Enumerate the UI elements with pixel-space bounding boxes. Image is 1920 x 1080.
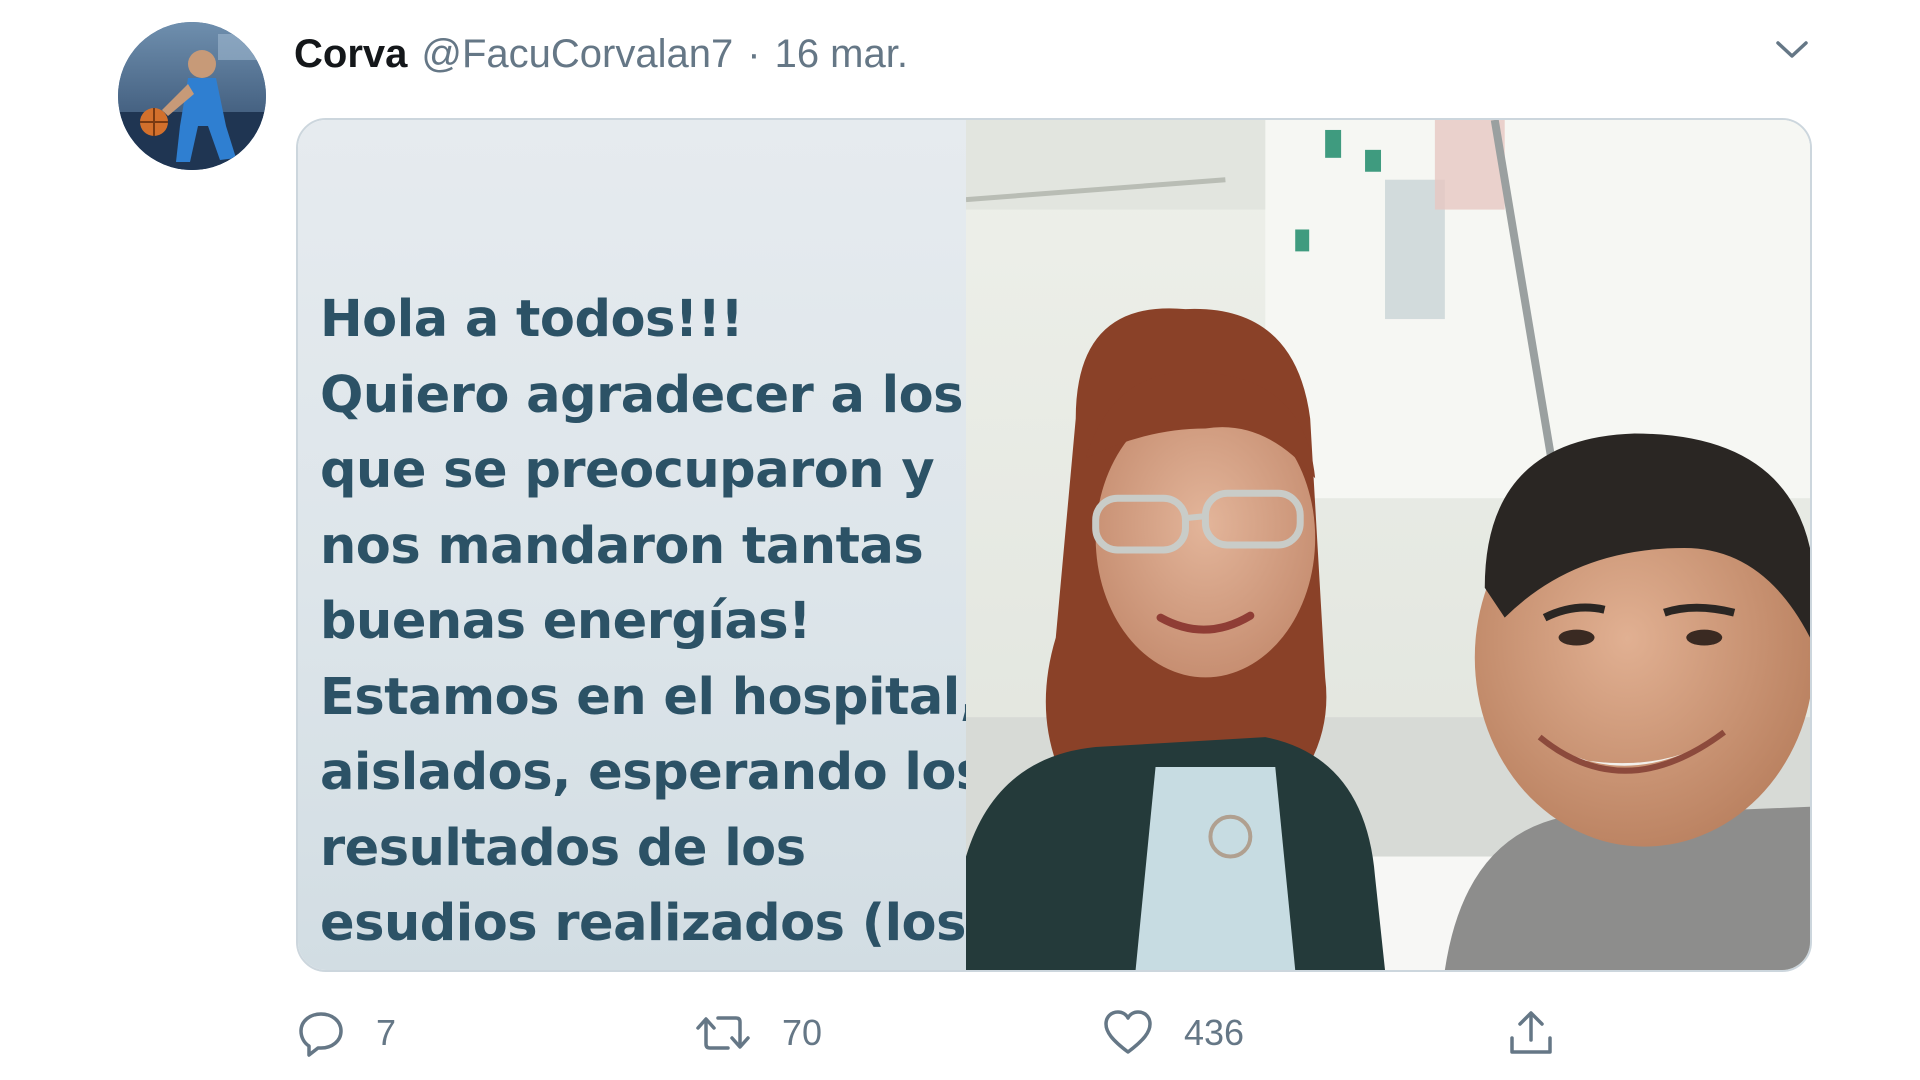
author-name[interactable]: Corva — [294, 32, 407, 77]
share-icon — [1510, 1011, 1552, 1054]
story-text-line: Quiero agradecer a los — [320, 365, 964, 425]
chevron-down-icon[interactable] — [1770, 28, 1814, 72]
avatar[interactable] — [118, 22, 266, 170]
separator-dot: · — [747, 31, 761, 76]
story-text-line: Hola a todos!!! — [320, 290, 744, 349]
author-handle[interactable]: @FacuCorvalan7 — [421, 32, 733, 77]
like-button[interactable]: 436 — [1102, 1000, 1244, 1066]
story-text-line: nos mandaron tantas — [320, 516, 924, 576]
story-text-panel: Hola a todos!!! Quiero agradecer a los q… — [298, 120, 966, 970]
story-text-line: resultados de los — [320, 818, 806, 878]
tweet-actions: 7 70 436 — [296, 1000, 1576, 1066]
reply-count: 7 — [376, 1012, 397, 1053]
story-text-line: que se preocuparon y — [320, 441, 935, 500]
story-text-line: esudios realizados (los — [320, 894, 966, 953]
reply-button[interactable]: 7 — [296, 1000, 396, 1066]
selfie-in-hospital-room — [966, 120, 1810, 970]
retweet-button[interactable]: 70 — [694, 1000, 822, 1066]
story-text-line: aislados, esperando los — [320, 743, 966, 802]
tweet-date[interactable]: 16 mar. — [775, 32, 908, 77]
story-text-line: Estamos en el hospital, — [320, 667, 966, 727]
like-count: 436 — [1184, 1012, 1245, 1053]
share-button[interactable] — [1506, 1000, 1556, 1066]
tweet-card: Corva @FacuCorvalan7 · 16 mar. Hola a to… — [0, 0, 1920, 1080]
selfie-photo[interactable] — [966, 120, 1810, 970]
basketball-player-avatar — [118, 22, 266, 170]
reply-icon — [299, 1012, 343, 1057]
retweet-count: 70 — [782, 1012, 823, 1053]
heart-icon — [1104, 1010, 1152, 1054]
tweet-header: Corva @FacuCorvalan7 · 16 mar. — [294, 28, 908, 80]
story-text-line: buenas energías! — [320, 592, 811, 651]
retweet-icon — [696, 1016, 750, 1050]
tweet-media[interactable]: Hola a todos!!! Quiero agradecer a los q… — [296, 118, 1812, 972]
